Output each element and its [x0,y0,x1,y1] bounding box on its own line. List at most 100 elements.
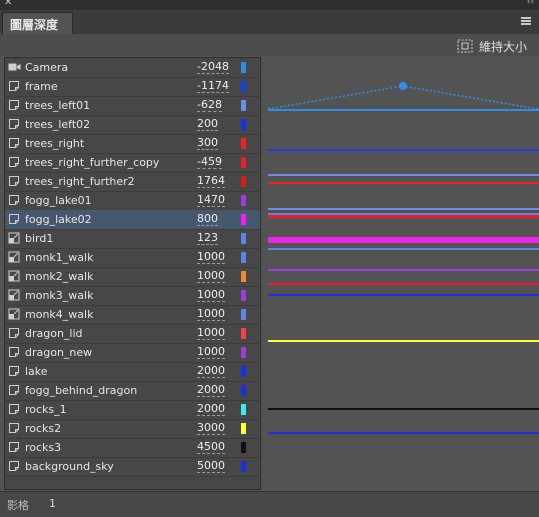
layer-color-swatch[interactable] [241,62,246,73]
layer-depth-value[interactable]: 300 [197,137,218,150]
close-icon[interactable]: ✕ [4,0,12,8]
layer-depth-value[interactable]: -628 [197,99,222,112]
layer-depth-value[interactable]: 200 [197,118,218,131]
collapse-icon[interactable]: ‹‹ [527,0,534,7]
layer-row[interactable]: background_sky 5000 [5,457,260,476]
movieclip-layer-icon [8,232,20,244]
layer-row[interactable]: monk1_walk 1000 [5,248,260,267]
layer-color-swatch[interactable] [241,195,246,206]
camera-icon [8,61,21,73]
layer-row[interactable]: trees_right_further_copy -459 [5,153,260,172]
status-bar: 影格 1 [0,491,539,517]
layer-row[interactable]: monk3_walk 1000 [5,286,260,305]
movieclip-layer-icon [8,251,20,263]
toolbar: 維持大小 [0,34,539,56]
layer-depth-value[interactable]: -2048 [197,61,229,74]
layer-icon [8,441,20,453]
layer-color-swatch[interactable] [241,157,246,168]
camera-depth-handle[interactable] [399,82,407,90]
layer-row[interactable]: fogg_lake02 800 [5,210,260,229]
layer-icon [8,460,20,472]
layer-color-swatch[interactable] [241,271,246,282]
layer-color-swatch[interactable] [241,214,246,225]
layer-icon [8,194,20,206]
layer-name: fogg_lake01 [25,194,92,207]
layer-color-swatch[interactable] [241,423,246,434]
layer-row[interactable]: rocks_1 2000 [5,400,260,419]
layer-color-swatch[interactable] [241,385,246,396]
layer-depth-value[interactable]: -1174 [197,80,229,93]
layer-depth-value[interactable]: 1764 [197,175,225,188]
layer-name: frame [25,80,58,93]
depth-timeline-graph[interactable] [266,57,539,490]
layer-color-swatch[interactable] [241,290,246,301]
layer-depth-value[interactable]: -459 [197,156,222,169]
tab-layer-depth[interactable]: 圖層深度 [2,12,73,34]
layer-row[interactable]: bird1 123 [5,229,260,248]
maintain-size-icon [457,39,473,53]
layer-color-swatch[interactable] [241,138,246,149]
layer-color-swatch[interactable] [241,347,246,358]
layer-name: trees_right [25,137,85,150]
layer-name: trees_right_further2 [25,175,135,188]
layer-row[interactable]: monk4_walk 1000 [5,305,260,324]
layer-depth-value[interactable]: 123 [197,232,218,245]
layer-depth-value[interactable]: 1000 [197,308,225,321]
layer-row[interactable]: dragon_new 1000 [5,343,260,362]
layer-icon [8,327,20,339]
layer-icon [8,80,20,92]
frame-label: 影格 [7,499,29,512]
layer-color-swatch[interactable] [241,176,246,187]
layer-depth-value[interactable]: 1000 [197,270,225,283]
layer-depth-value[interactable]: 1000 [197,346,225,359]
layer-row[interactable]: fogg_behind_dragon 2000 [5,381,260,400]
layer-color-swatch[interactable] [241,252,246,263]
layer-name: bird1 [25,232,54,245]
layer-row[interactable]: trees_left01 -628 [5,96,260,115]
depth-timeline[interactable] [266,57,539,490]
layer-color-swatch[interactable] [241,100,246,111]
layer-color-swatch[interactable] [241,81,246,92]
layer-color-swatch[interactable] [241,233,246,244]
layer-color-swatch[interactable] [241,461,246,472]
layer-depth-value[interactable]: 800 [197,213,218,226]
layer-color-swatch[interactable] [241,366,246,377]
layer-row[interactable]: trees_right_further2 1764 [5,172,260,191]
layer-row[interactable]: dragon_lid 1000 [5,324,260,343]
layer-depth-value[interactable]: 2000 [197,365,225,378]
layer-color-swatch[interactable] [241,119,246,130]
layer-icon [8,213,20,225]
layer-row[interactable]: monk2_walk 1000 [5,267,260,286]
layer-row[interactable]: rocks2 3000 [5,419,260,438]
layer-depth-value[interactable]: 4500 [197,441,225,454]
maintain-size-button[interactable]: 維持大小 [457,37,529,55]
layer-depth-value[interactable]: 1470 [197,194,225,207]
hamburger-menu-icon[interactable] [521,17,531,25]
layer-depth-value[interactable]: 5000 [197,460,225,473]
layer-name: fogg_lake02 [25,213,92,226]
movieclip-layer-icon [8,270,20,282]
layer-row[interactable]: trees_right 300 [5,134,260,153]
layer-depth-value[interactable]: 2000 [197,384,225,397]
layer-row[interactable]: trees_left02 200 [5,115,260,134]
layer-depth-value[interactable]: 1000 [197,327,225,340]
layer-depth-value[interactable]: 1000 [197,289,225,302]
layer-icon [8,384,20,396]
layer-color-swatch[interactable] [241,442,246,453]
layer-row[interactable]: Camera -2048 [5,58,260,77]
frame-value: 1 [49,497,56,510]
layer-depth-value[interactable]: 1000 [197,251,225,264]
layer-icon [8,99,20,111]
layer-depth-value[interactable]: 3000 [197,422,225,435]
layer-row[interactable]: frame -1174 [5,77,260,96]
layer-row[interactable]: fogg_lake01 1470 [5,191,260,210]
layer-color-swatch[interactable] [241,328,246,339]
layer-icon [8,365,20,377]
layer-row[interactable]: rocks3 4500 [5,438,260,457]
layer-name: dragon_lid [25,327,83,340]
layer-depth-value[interactable]: 2000 [197,403,225,416]
layer-color-swatch[interactable] [241,309,246,320]
layer-color-swatch[interactable] [241,404,246,415]
layer-icon [8,403,20,415]
layer-row[interactable]: lake 2000 [5,362,260,381]
